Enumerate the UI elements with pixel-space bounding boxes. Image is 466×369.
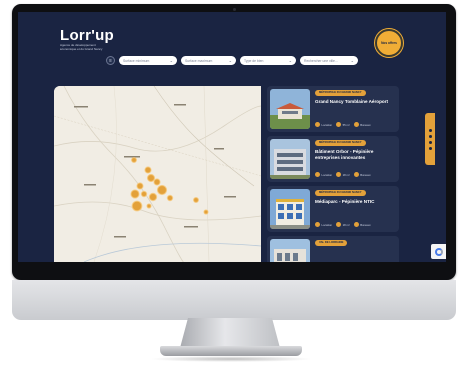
listing-transaction: Location bbox=[315, 222, 332, 227]
chevron-down-icon: ⌄ bbox=[288, 57, 292, 63]
website-screen: Lorr'up Agence de développement économiq… bbox=[18, 12, 446, 262]
listing-title: Bâtiment Orbor - Pépinière entreprises i… bbox=[315, 149, 374, 160]
listing-transaction: Location bbox=[315, 122, 332, 127]
listing-area-tag: MÉTROPOLE DU GRAND NANCY bbox=[315, 190, 366, 196]
twitter-icon[interactable] bbox=[428, 134, 432, 138]
site-logo[interactable]: Lorr'up Agence de développement économiq… bbox=[60, 28, 114, 51]
facebook-icon[interactable] bbox=[428, 128, 432, 132]
listing-type: Bureaux bbox=[353, 122, 371, 127]
building-icon bbox=[353, 172, 359, 177]
chevron-down-icon: ⌄ bbox=[169, 57, 173, 63]
key-icon bbox=[315, 222, 320, 227]
surface-max-placeholder: Surface maximum bbox=[185, 58, 213, 63]
listing-type: Bureaux bbox=[353, 172, 371, 177]
map-markers[interactable] bbox=[54, 86, 261, 262]
listing-card[interactable]: MÉTROPOLE DU GRAND NANCY Médiaparc - Pép… bbox=[267, 186, 399, 232]
listing-photo bbox=[270, 139, 310, 179]
stand-shadow bbox=[150, 356, 312, 362]
listing-photo bbox=[270, 189, 310, 229]
area-icon bbox=[336, 172, 342, 177]
listing-photo bbox=[270, 89, 310, 129]
key-icon bbox=[315, 172, 320, 177]
chevron-down-icon: ⌄ bbox=[350, 57, 354, 63]
listing-card[interactable]: MÉTROPOLE DU GRAND NANCY Grand Nancy Tom… bbox=[267, 86, 399, 132]
property-type-placeholder: Type de bien bbox=[244, 58, 264, 63]
area-icon bbox=[336, 122, 342, 127]
surface-min-placeholder: Surface minimum bbox=[123, 58, 150, 63]
surface-max-select[interactable]: Surface maximum ⌄ bbox=[181, 56, 236, 65]
listing-card[interactable]: MÉTROPOLE DU GRAND NANCY Bâtiment Orbor … bbox=[267, 136, 399, 182]
monitor-chin bbox=[12, 280, 456, 320]
monitor-stand-foot bbox=[160, 346, 302, 356]
property-map[interactable] bbox=[54, 86, 261, 262]
listing-title: Médiaparc - Pépinière NTIC bbox=[315, 199, 375, 204]
logo-text: Lorr'up bbox=[60, 27, 114, 44]
city-search-input[interactable]: Rechercher une ville... ⌄ bbox=[300, 56, 358, 65]
building-icon bbox=[353, 222, 359, 227]
listing-area-tag: VAL DE LORRAINE bbox=[315, 240, 348, 246]
listing-surface: 55 m² bbox=[336, 122, 350, 127]
listing-surface: 18 m² bbox=[336, 222, 350, 227]
listing-type: Bureaux bbox=[353, 222, 371, 227]
building-icon bbox=[353, 122, 359, 127]
camera-dot bbox=[233, 8, 236, 11]
listing-title: Grand Nancy Tomblaine Aéroport bbox=[315, 99, 388, 104]
recaptcha-badge[interactable] bbox=[431, 244, 446, 259]
listing-area-tag: MÉTROPOLE DU GRAND NANCY bbox=[315, 90, 366, 96]
recaptcha-icon bbox=[434, 247, 443, 256]
property-type-select[interactable]: Type de bien ⌄ bbox=[240, 56, 296, 65]
area-icon bbox=[336, 222, 342, 227]
offers-button[interactable]: Nos offres bbox=[375, 29, 403, 57]
linkedin-icon[interactable] bbox=[428, 140, 432, 144]
listing-photo bbox=[270, 239, 310, 262]
filter-bar: ≡ Surface minimum ⌄ Surface maximum ⌄ Ty… bbox=[106, 56, 358, 66]
listing-meta: Location 18 m² Bureaux bbox=[315, 172, 371, 177]
listing-meta: Location 55 m² Bureaux bbox=[315, 122, 371, 127]
listing-transaction: Location bbox=[315, 172, 332, 177]
key-icon bbox=[315, 122, 320, 127]
social-share-tab[interactable] bbox=[425, 113, 435, 165]
monitor-stand-neck bbox=[180, 318, 280, 348]
surface-min-select[interactable]: Surface minimum ⌄ bbox=[119, 56, 177, 65]
instagram-icon[interactable] bbox=[428, 146, 432, 150]
listing-surface: 18 m² bbox=[336, 172, 350, 177]
filter-icon[interactable]: ≡ bbox=[106, 56, 115, 65]
listing-area-tag: MÉTROPOLE DU GRAND NANCY bbox=[315, 140, 366, 146]
listing-card[interactable]: VAL DE LORRAINE bbox=[267, 236, 399, 262]
logo-tagline: Agence de développement économique et du… bbox=[60, 43, 103, 51]
city-search-placeholder: Rechercher une ville... bbox=[304, 58, 338, 63]
chevron-down-icon: ⌄ bbox=[228, 57, 232, 63]
listing-meta: Location 18 m² Bureaux bbox=[315, 222, 371, 227]
